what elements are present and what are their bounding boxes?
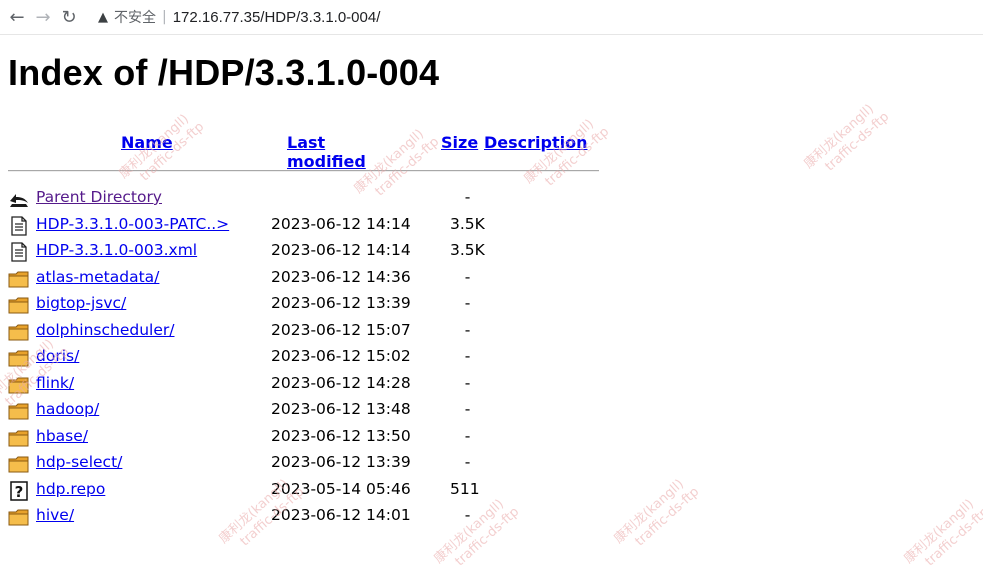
size-cell: 3.5K — [450, 241, 485, 259]
address-bar[interactable]: ▲ 不安全 | 172.16.77.35/HDP/3.3.1.0-004/ — [98, 4, 380, 30]
file-row: hadoop/2023-06-12 13:48 - — [8, 399, 628, 426]
file-row: HDP-3.3.1.0-003-PATC..> 2023-06-12 14:14 3… — [8, 214, 628, 241]
column-size-link[interactable]: Size — [441, 133, 478, 152]
folder-icon — [8, 348, 30, 368]
file-link[interactable]: atlas-metadata/ — [36, 268, 159, 286]
text-file-icon — [8, 215, 30, 236]
last-modified-cell: 2023-06-12 14:36 — [271, 267, 411, 286]
size-cell: - — [464, 426, 471, 445]
file-row: HDP-3.3.1.0-003.xml 2023-06-12 14:14 3.5K — [8, 240, 628, 267]
file-row: hbase/2023-06-12 13:50 - — [8, 426, 628, 453]
file-link[interactable]: flink/ — [36, 374, 74, 392]
file-link[interactable]: dolphinscheduler/ — [36, 321, 174, 339]
last-modified-cell: 2023-06-12 13:48 — [271, 400, 411, 418]
folder-icon — [8, 295, 30, 315]
file-list: Parent Directory - HDP-3.3.1.0-003-PATC..>… — [8, 187, 628, 532]
last-modified-cell: 2023-06-12 14:14 — [271, 241, 411, 259]
file-link[interactable]: hive/ — [36, 506, 74, 524]
last-modified-cell: 2023-06-12 13:50 — [271, 426, 411, 445]
last-modified-cell: 2023-06-12 15:07 — [271, 320, 411, 339]
size-cell: - — [464, 347, 471, 365]
size-cell: - — [464, 373, 471, 392]
folder-icon — [8, 428, 30, 448]
file-row: hdp-select/2023-06-12 13:39 - — [8, 452, 628, 479]
size-cell: - — [464, 188, 471, 206]
watermark-line2: traffic-ds-ftp — [822, 109, 893, 175]
page-title: Index of /HDP/3.3.1.0-004 — [8, 52, 440, 93]
parent-directory-icon — [8, 189, 30, 209]
warning-triangle-icon[interactable]: ▲ — [98, 10, 108, 25]
file-row: atlas-metadata/2023-06-12 14:36 - — [8, 267, 628, 294]
watermark-line2: traffic-ds-ftp — [137, 119, 208, 185]
file-link[interactable]: hdp-select/ — [36, 453, 122, 471]
header-divider — [8, 170, 599, 171]
file-row: flink/2023-06-12 14:28 - — [8, 373, 628, 400]
folder-icon — [8, 375, 30, 395]
last-modified-cell: 2023-06-12 15:02 — [271, 347, 411, 365]
folder-icon — [8, 269, 30, 289]
size-cell: 511 — [450, 479, 480, 498]
security-label[interactable]: 不安全 — [114, 7, 156, 27]
last-modified-cell: 2023-06-12 13:39 — [271, 453, 411, 471]
forward-arrow-icon[interactable]: → — [32, 6, 54, 28]
last-modified-cell: 2023-06-12 14:28 — [271, 373, 411, 392]
file-link[interactable]: hbase/ — [36, 427, 88, 445]
text-file-icon — [8, 242, 30, 262]
file-row: doris/2023-06-12 15:02 - — [8, 346, 628, 373]
column-name-link[interactable]: Name — [121, 133, 173, 152]
url-text[interactable]: 172.16.77.35/HDP/3.3.1.0-004/ — [173, 9, 381, 26]
file-link[interactable]: HDP-3.3.1.0-003.xml — [36, 241, 197, 259]
unknown-file-icon: ? — [8, 480, 30, 501]
reload-icon[interactable]: ↻ — [58, 6, 80, 28]
url-separator: | — [162, 9, 167, 25]
column-description-link[interactable]: Description — [484, 133, 587, 152]
folder-icon — [8, 401, 30, 421]
size-cell: - — [464, 294, 471, 312]
watermark: 康利龙(kangll) traffic-ds-ftp — [901, 493, 983, 580]
size-cell: - — [464, 506, 471, 524]
size-cell: 3.5K — [450, 214, 485, 233]
file-link[interactable]: HDP-3.3.1.0-003-PATC..> — [36, 215, 229, 233]
last-modified-cell: 2023-05-14 05:46 — [271, 479, 411, 498]
watermark-line2: traffic-ds-ftp — [632, 484, 703, 550]
watermark-line2: traffic-ds-ftp — [922, 504, 983, 570]
size-cell: - — [464, 320, 471, 339]
folder-icon — [8, 454, 30, 474]
watermark: 康利龙(kangll) traffic-ds-ftp — [801, 98, 892, 185]
file-link[interactable]: hdp.repo — [36, 480, 105, 498]
watermark-line1: 康利龙(kangll) — [801, 101, 877, 172]
folder-icon — [8, 322, 30, 342]
last-modified-cell: 2023-06-12 13:39 — [271, 294, 411, 312]
last-modified-cell: 2023-06-12 14:01 — [271, 506, 411, 524]
browser-toolbar: ← → ↻ ▲ 不安全 | 172.16.77.35/HDP/3.3.1.0-0… — [0, 0, 983, 35]
column-last-modified-link[interactable]: Last modified — [287, 133, 366, 171]
back-arrow-icon[interactable]: ← — [6, 6, 28, 28]
file-row: hive/2023-06-12 14:01 - — [8, 505, 628, 532]
size-cell: - — [464, 267, 471, 286]
last-modified-cell: 2023-06-12 14:14 — [271, 214, 411, 233]
parent-directory-row: Parent Directory - — [8, 187, 628, 214]
file-link[interactable]: doris/ — [36, 347, 79, 365]
parent-directory-link[interactable]: Parent Directory — [36, 188, 162, 206]
watermark-line1: 康利龙(kangll) — [901, 496, 977, 567]
file-link[interactable]: hadoop/ — [36, 400, 99, 418]
file-link[interactable]: bigtop-jsvc/ — [36, 294, 126, 312]
svg-text:?: ? — [15, 483, 24, 501]
size-cell: - — [464, 400, 471, 418]
folder-icon — [8, 507, 30, 527]
file-row: dolphinscheduler/2023-06-12 15:07 - — [8, 320, 628, 347]
size-cell: - — [464, 453, 471, 471]
file-row: ? hdp.repo 2023-05-14 05:46 511 — [8, 479, 628, 506]
file-row: bigtop-jsvc/2023-06-12 13:39 - — [8, 293, 628, 320]
